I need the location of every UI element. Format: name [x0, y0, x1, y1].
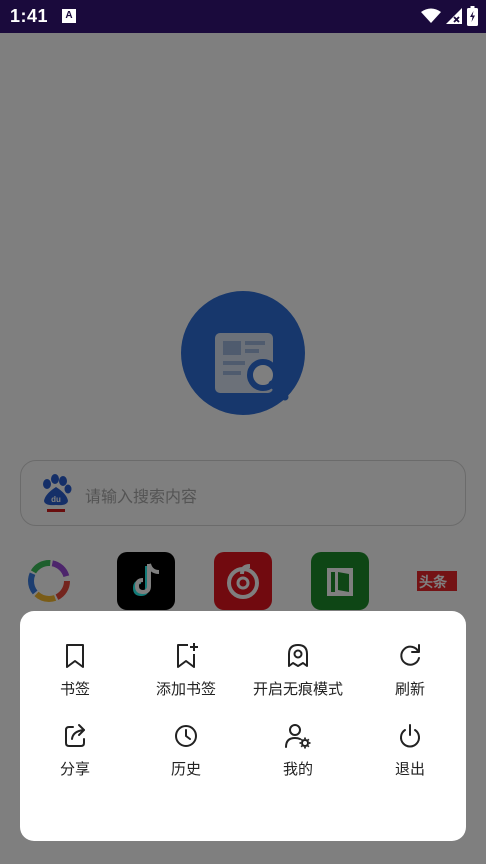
incognito-ghost-icon [288, 644, 308, 667]
menu-refresh-button[interactable]: 刷新 [355, 642, 465, 712]
menu-profile-button[interactable]: 我的 [243, 722, 353, 792]
signal-x-icon [446, 8, 462, 24]
menu-add-bookmark-label: 添加书签 [155, 680, 216, 698]
menu-profile-label: 我的 [282, 760, 313, 778]
menu-exit-label: 退出 [394, 760, 425, 778]
power-icon [400, 724, 420, 748]
menu-bookmarks-label: 书签 [59, 680, 90, 698]
menu-bookmarks-button[interactable]: 书签 [20, 642, 130, 712]
menu-incognito-button[interactable]: 开启无痕模式 [243, 642, 353, 712]
bookmark-icon [66, 644, 84, 668]
menu-add-bookmark-button[interactable]: 添加书签 [131, 642, 241, 712]
notification-badge: A [62, 9, 76, 23]
menu-exit-button[interactable]: 退出 [355, 722, 465, 792]
menu-refresh-label: 刷新 [394, 680, 425, 698]
browser-menu-sheet: 书签 添加书签 开启无痕模式 刷新 分享 历史 我的 退出 [20, 611, 466, 841]
user-settings-icon [285, 724, 311, 749]
status-time: 1:41 [10, 6, 49, 26]
menu-share-label: 分享 [59, 760, 90, 778]
battery-charging-icon [467, 6, 478, 26]
add-bookmark-icon [177, 643, 198, 668]
share-icon [65, 724, 85, 747]
menu-share-button[interactable]: 分享 [20, 722, 130, 792]
history-clock-icon [175, 725, 197, 747]
wifi-icon [421, 8, 441, 23]
status-bar: 1:41 A [0, 0, 486, 33]
system-icons [421, 6, 478, 26]
menu-incognito-label: 开启无痕模式 [252, 680, 343, 698]
refresh-icon [400, 644, 420, 666]
menu-history-button[interactable]: 历史 [131, 722, 241, 792]
menu-history-label: 历史 [170, 760, 201, 778]
